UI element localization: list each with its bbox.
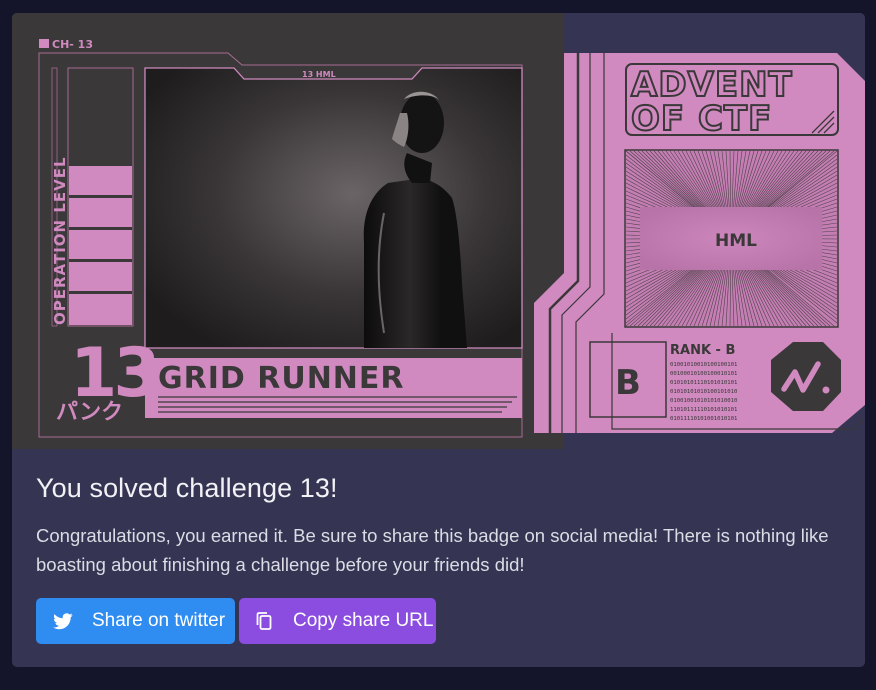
share-on-twitter-button[interactable]: Share on twitter	[36, 598, 235, 644]
rank-letter: B	[615, 363, 641, 403]
binary-line: 01001001010101010010	[670, 398, 737, 404]
corner-code-marker	[39, 39, 49, 48]
corner-code: CH- 13	[52, 38, 93, 51]
octagon-logo	[771, 342, 841, 411]
binary-line: 01011110101001010101	[670, 416, 737, 422]
twitter-icon	[52, 610, 74, 632]
copy-share-url-button[interactable]: Copy share URL	[239, 598, 436, 644]
copy-icon	[253, 610, 275, 632]
brand-line-2: OF CTF	[631, 99, 772, 139]
binary-line: 11010111110101010101	[670, 407, 737, 413]
copy-share-url-label: Copy share URL	[293, 610, 434, 631]
binary-line: 01010101010100101010	[670, 389, 737, 395]
share-on-twitter-label: Share on twitter	[92, 610, 226, 631]
binary-line: 01001010010100100101	[670, 362, 737, 368]
operation-level-label: OPERATION LEVEL	[51, 156, 69, 325]
center-label: HML	[715, 231, 757, 251]
panel-description: Congratulations, you earned it. Be sure …	[36, 525, 829, 575]
panel-title: You solved challenge 13!	[36, 473, 338, 503]
challenge-name: GRID RUNNER	[158, 361, 405, 396]
challenge-badge-image: CH- 13 OPERATION LEVEL 13 パンク 13 HML GRI…	[12, 13, 865, 449]
rank-title: RANK - B	[670, 343, 735, 358]
screen-label: 13 HML	[302, 70, 336, 79]
kana-label: パンク	[56, 400, 123, 425]
binary-line: 00100010100100010101	[670, 371, 737, 377]
challenge-card: CH- 13 OPERATION LEVEL 13 パンク 13 HML GRI…	[12, 13, 865, 667]
binary-line: 01010101110101010101	[670, 380, 737, 386]
